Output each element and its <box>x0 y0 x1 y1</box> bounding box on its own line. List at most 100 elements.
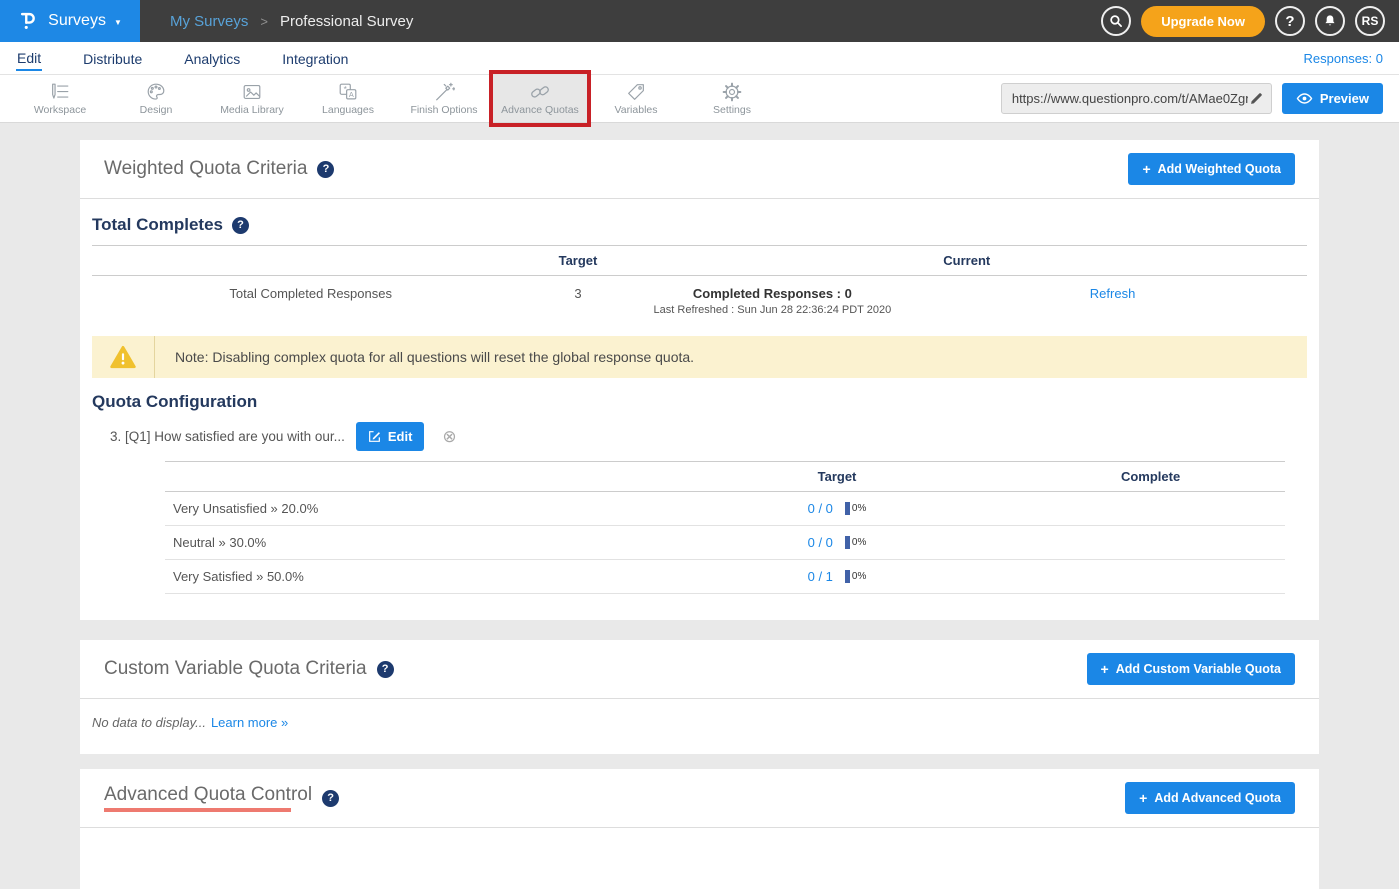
product-menu-label: Surveys <box>48 12 106 30</box>
quota-target-value[interactable]: 0 / 0 <box>808 501 833 516</box>
column-target: Target <box>658 469 1016 484</box>
progress-percent: 0% <box>852 571 866 582</box>
warning-icon <box>110 345 136 369</box>
tool-item-finish-options[interactable]: Finish Options <box>396 75 492 122</box>
target-value: 3 <box>529 286 626 301</box>
question-glyph: ? <box>237 219 244 231</box>
product-menu[interactable]: Surveys ▼ <box>0 0 140 42</box>
tab-analytics[interactable]: Analytics <box>183 46 241 70</box>
survey-tab-bar: Edit Distribute Analytics Integration Re… <box>0 42 1399 74</box>
finish-options-icon <box>433 81 455 103</box>
breadcrumb-parent[interactable]: My Surveys <box>170 13 248 30</box>
learn-more-link[interactable]: Learn more » <box>211 715 288 730</box>
preview-button[interactable]: Preview <box>1282 83 1383 114</box>
add-custom-variable-quota-label: Add Custom Variable Quota <box>1116 662 1281 676</box>
quota-target-value[interactable]: 0 / 0 <box>808 535 833 550</box>
remove-quota-icon[interactable]: ⊗ <box>442 428 456 445</box>
total-completes-header-row: Target Current <box>92 245 1307 276</box>
quota-target-cell: 0 / 1 0% <box>658 569 1016 584</box>
quota-target-cell: 0 / 0 0% <box>658 535 1016 550</box>
quota-row-label: Very Unsatisfied » 20.0% <box>165 501 658 516</box>
tool-item-settings[interactable]: Settings <box>684 75 780 122</box>
quota-target-value[interactable]: 0 / 1 <box>808 569 833 584</box>
upgrade-now-button[interactable]: Upgrade Now <box>1141 6 1265 37</box>
empty-header-cell <box>165 469 658 484</box>
quota-configuration-title: Quota Configuration <box>92 392 257 412</box>
advanced-quota-title-wrap: Advanced Quota Control <box>104 784 312 812</box>
tab-integration[interactable]: Integration <box>281 46 349 70</box>
help-icon[interactable]: ? <box>377 661 394 678</box>
tool-label: Settings <box>713 104 751 116</box>
help-button[interactable]: ? <box>1275 6 1305 36</box>
tool-label: Variables <box>615 104 658 116</box>
custom-variable-quota-panel: Custom Variable Quota Criteria ? + Add C… <box>80 640 1319 754</box>
tool-item-workspace[interactable]: Workspace <box>12 75 108 122</box>
plus-icon: + <box>1142 164 1150 174</box>
help-icon[interactable]: ? <box>317 161 334 178</box>
workspace-icon <box>49 81 71 103</box>
svg-text:A: A <box>349 90 354 99</box>
total-completes-heading: Total Completes ? <box>92 215 1307 235</box>
quota-row: Very Satisfied » 50.0% 0 / 1 0% <box>165 560 1285 594</box>
quota-progress: 0% <box>845 570 866 583</box>
tool-label: Design <box>140 104 173 116</box>
quota-row-label: Very Satisfied » 50.0% <box>165 569 658 584</box>
add-weighted-quota-button[interactable]: + Add Weighted Quota <box>1128 153 1295 185</box>
edit-quota-button[interactable]: Edit <box>356 422 425 451</box>
section-title: Custom Variable Quota Criteria ? <box>104 658 394 680</box>
avatar[interactable]: RS <box>1355 6 1385 36</box>
tool-item-design[interactable]: Design <box>108 75 204 122</box>
breadcrumb: My Surveys > Professional Survey <box>170 13 413 30</box>
help-icon[interactable]: ? <box>322 790 339 807</box>
search-button[interactable] <box>1101 6 1131 36</box>
custom-variable-quota-title: Custom Variable Quota Criteria <box>104 658 367 680</box>
progress-percent: 0% <box>852 537 866 548</box>
help-icon[interactable]: ? <box>232 217 249 234</box>
notifications-button[interactable] <box>1315 6 1345 36</box>
settings-icon <box>721 81 743 103</box>
design-icon <box>145 81 167 103</box>
quota-progress: 0% <box>845 502 866 515</box>
add-custom-variable-quota-button[interactable]: + Add Custom Variable Quota <box>1087 653 1296 685</box>
add-advanced-quota-button[interactable]: + Add Advanced Quota <box>1125 782 1295 814</box>
note-banner: Note: Disabling complex quota for all qu… <box>92 336 1307 378</box>
progress-bar <box>845 570 850 583</box>
quota-table: Target Complete Very Unsatisfied » 20.0%… <box>165 461 1285 594</box>
refresh-link[interactable]: Refresh <box>1090 286 1136 301</box>
edit-button-label: Edit <box>388 429 413 444</box>
preview-label: Preview <box>1320 91 1369 106</box>
eye-icon <box>1296 92 1313 105</box>
panel-gap <box>80 620 1319 640</box>
navbar-actions: Upgrade Now ? RS <box>1101 6 1399 37</box>
quota-row: Neutral » 30.0% 0 / 0 0% <box>165 526 1285 560</box>
caret-down-icon: ▼ <box>114 18 122 27</box>
progress-bar <box>845 502 850 515</box>
responses-count[interactable]: Responses: 0 <box>1304 51 1384 66</box>
total-completed-label: Total Completed Responses <box>92 286 529 301</box>
panel-gap <box>80 754 1319 769</box>
question-icon: ? <box>1285 13 1294 30</box>
quota-configuration-heading: Quota Configuration <box>92 392 1307 412</box>
quota-row-label: Neutral » 30.0% <box>165 535 658 550</box>
edit-toolbar: Workspace Design Media Library * A Langu… <box>0 74 1399 123</box>
tab-edit[interactable]: Edit <box>16 45 42 71</box>
weighted-quota-body: Total Completes ? Target Current Total C… <box>80 199 1319 620</box>
edit-url-icon[interactable] <box>1250 92 1263 105</box>
questionpro-logo-icon <box>18 9 40 33</box>
total-completes-row: Total Completed Responses 3 Completed Re… <box>92 276 1307 322</box>
toolbar-right: Preview <box>1001 75 1399 122</box>
tool-label: Finish Options <box>410 104 477 116</box>
page-content: Weighted Quota Criteria ? + Add Weighted… <box>0 123 1399 889</box>
survey-url-input[interactable] <box>1010 90 1250 107</box>
quota-question-label: 3. [Q1] How satisfied are you with our..… <box>110 429 345 444</box>
tab-distribute[interactable]: Distribute <box>82 46 143 70</box>
tool-item-variables[interactable]: Variables <box>588 75 684 122</box>
survey-url-box <box>1001 83 1272 114</box>
tool-label: Languages <box>322 104 374 116</box>
tool-item-media-library[interactable]: Media Library <box>204 75 300 122</box>
tool-item-languages[interactable]: * A Languages <box>300 75 396 122</box>
tool-label: Workspace <box>34 104 86 116</box>
tool-item-advance-quotas[interactable]: Advance Quotas <box>492 75 588 122</box>
tool-label: Advance Quotas <box>501 104 579 116</box>
custom-variable-quota-header: Custom Variable Quota Criteria ? + Add C… <box>80 640 1319 699</box>
